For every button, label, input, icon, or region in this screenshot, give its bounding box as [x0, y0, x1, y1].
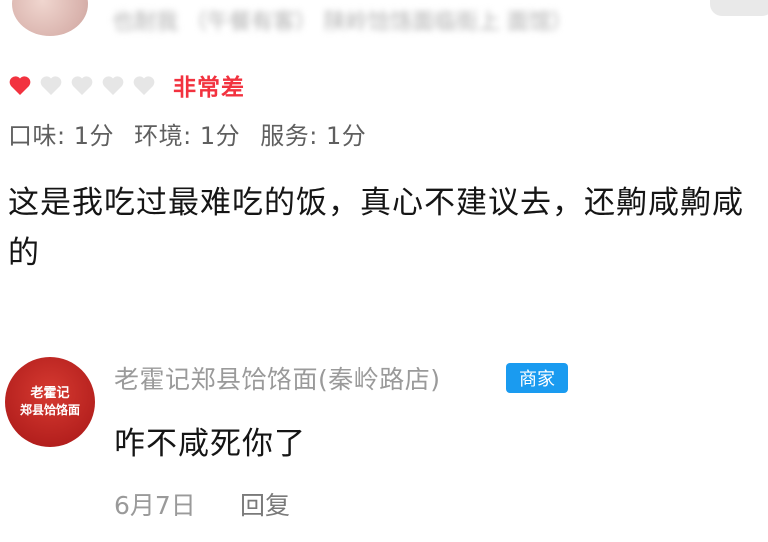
reply-date: 6月7日	[114, 491, 196, 520]
rating-row: 非常差	[8, 70, 245, 101]
follow-button[interactable]	[710, 0, 768, 16]
merchant-name[interactable]: 老霍记郑县饸饹面(秦岭路店)	[114, 360, 441, 396]
merchant-avatar-line1: 老霍记	[30, 386, 70, 401]
review-text: 这是我吃过最难吃的饭，真心不建议去，还齁咸齁咸的	[8, 185, 744, 271]
heart-empty-icon	[71, 76, 93, 95]
sub-scores: 口味: 1分 环境: 1分 服务: 1分	[8, 116, 378, 151]
merchant-avatar[interactable]: 老霍记 郑县饸饹面	[5, 357, 95, 447]
score-environment: 环境: 1分	[134, 122, 241, 150]
heart-empty-icon	[40, 76, 62, 95]
score-service: 服务: 1分	[260, 122, 367, 150]
heart-empty-icon	[102, 76, 124, 95]
reviewer-avatar[interactable]	[12, 0, 88, 36]
merchant-reply-text: 咋不咸死你了	[114, 426, 306, 462]
reply-button[interactable]: 回复	[240, 486, 290, 522]
score-taste: 口味: 1分	[8, 122, 114, 150]
heart-filled-icon	[9, 76, 31, 95]
heart-empty-icon	[133, 76, 155, 95]
rating-label: 非常差	[173, 75, 245, 101]
merchant-avatar-line2: 郑县饸饹面	[19, 403, 80, 417]
reviewer-name-blurred: 也耐我 （午餐有客） 陕岭饸饹面临街上 面馆）	[112, 10, 573, 35]
merchant-badge: 商家	[506, 363, 568, 393]
